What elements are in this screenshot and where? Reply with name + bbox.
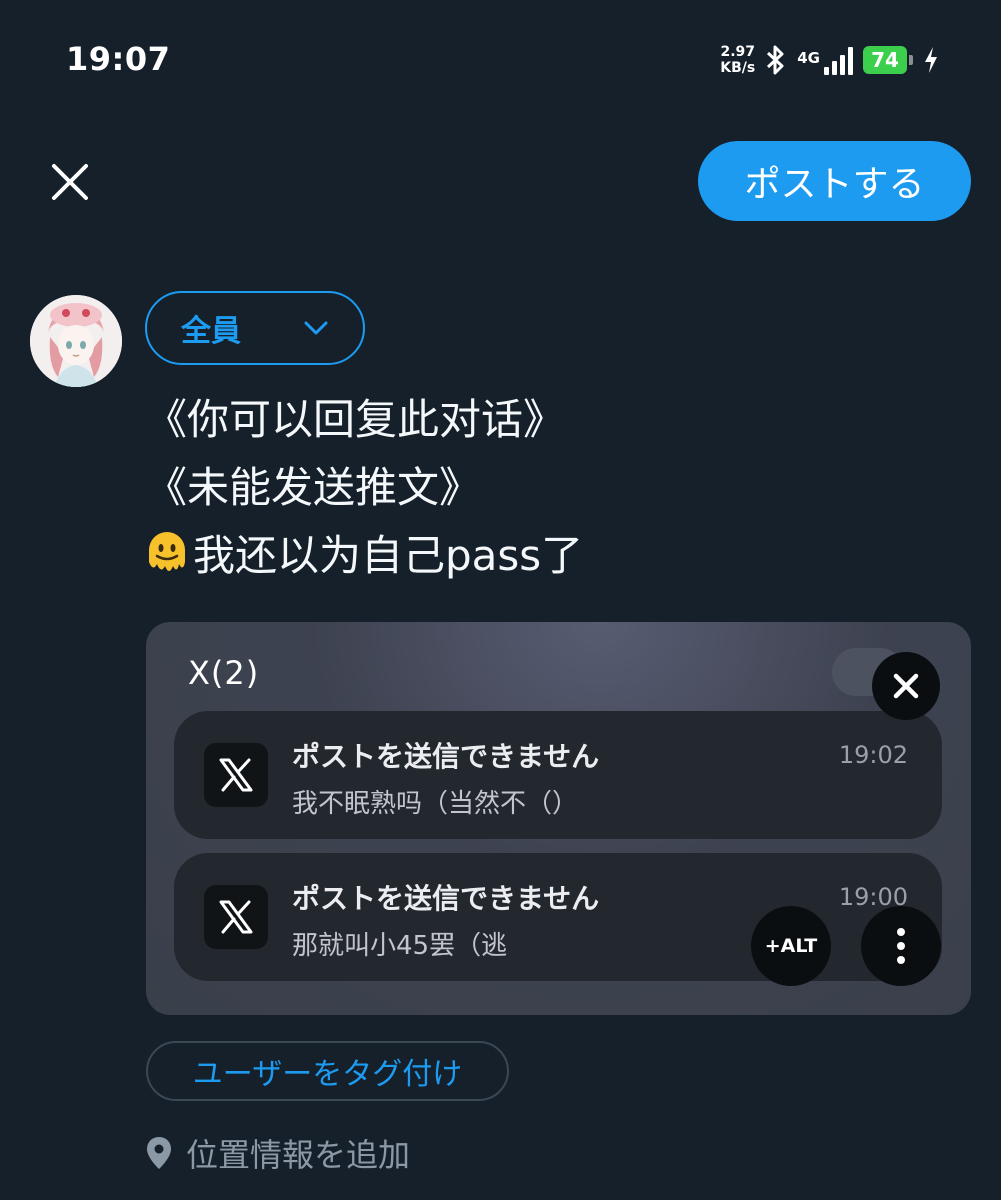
- battery-level: 74: [863, 46, 907, 74]
- audience-selector[interactable]: 全員: [145, 291, 365, 365]
- signal-icon: [824, 45, 853, 75]
- bluetooth-icon: [765, 43, 787, 77]
- post-text-area[interactable]: 《你可以回复此对话》 《未能发送推文》 我还以为自己pass了: [145, 386, 583, 590]
- close-icon: [52, 164, 88, 200]
- location-pin-icon: [147, 1137, 171, 1169]
- charging-icon: [925, 47, 937, 73]
- remove-media-button[interactable]: [872, 652, 940, 720]
- post-text-line-3-text: 我还以为自己pass了: [193, 531, 584, 580]
- network-type: 4G: [797, 49, 820, 67]
- network-speed-unit: KB/s: [720, 60, 756, 76]
- notification-group-title: X(2): [188, 654, 260, 692]
- avatar[interactable]: [30, 295, 122, 387]
- audience-label: 全員: [181, 314, 241, 349]
- post-text-line-3: 我还以为自己pass了: [145, 522, 583, 590]
- close-icon: [893, 673, 919, 699]
- notification-body: 那就叫小45罢（逃: [292, 931, 508, 961]
- x-logo-icon: [204, 743, 268, 807]
- more-vertical-icon: [897, 928, 905, 964]
- status-icons: 2.97 KB/s 4G 74: [720, 40, 939, 80]
- x-logo-icon: [204, 885, 268, 949]
- post-text-line-1: 《你可以回复此对话》: [145, 395, 566, 444]
- notification-time: 19:02: [838, 741, 908, 769]
- add-location-label: 位置情報を追加: [186, 1136, 411, 1174]
- notification-title: ポストを送信できません: [292, 882, 600, 915]
- status-time: 19:07: [66, 40, 171, 78]
- post-button[interactable]: ポストする: [698, 141, 971, 221]
- post-text-line-2: 《未能发送推文》: [145, 463, 482, 512]
- add-alt-text-button[interactable]: +ALT: [751, 906, 831, 986]
- tag-users-button[interactable]: ユーザーをタグ付け: [146, 1041, 509, 1101]
- network-speed-value: 2.97: [720, 44, 756, 60]
- media-more-options-button[interactable]: [861, 906, 941, 986]
- battery-icon: 74: [863, 46, 913, 74]
- network-speed: 2.97 KB/s: [720, 44, 755, 76]
- notification-card: ポストを送信できません 我不眠熟吗（当然不（） 19:02: [174, 711, 942, 839]
- notification-title: ポストを送信できません: [292, 740, 600, 773]
- attached-image[interactable]: X(2) ポストを送信できません 我不眠熟吗（当然不（） 19:02 ポストを送…: [146, 622, 971, 1015]
- melting-face-emoji: [149, 532, 185, 571]
- add-location-button[interactable]: 位置情報を追加: [146, 1128, 410, 1178]
- notification-body: 我不眠熟吗（当然不（）: [292, 789, 579, 819]
- chevron-down-icon: [304, 321, 328, 335]
- close-button[interactable]: [46, 158, 94, 206]
